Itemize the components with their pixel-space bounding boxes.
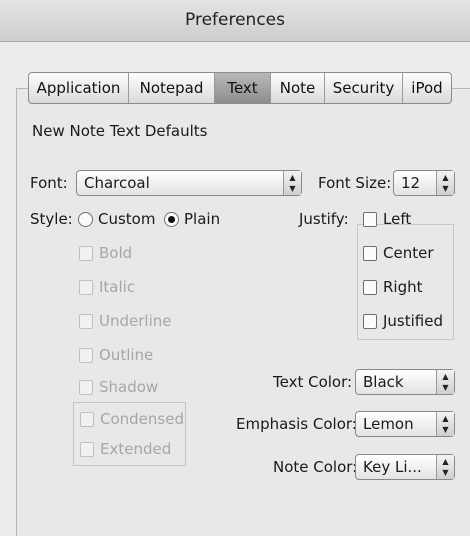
checkbox-italic-label: Italic xyxy=(99,278,136,296)
window-title: Preferences xyxy=(0,0,470,42)
emphasis-color-label: Emphasis Color: xyxy=(236,415,357,433)
font-popup[interactable]: Charcoal ▲ ▼ xyxy=(76,170,302,196)
checkbox-condensed[interactable]: Condensed xyxy=(80,410,184,428)
font-value: Charcoal xyxy=(84,174,150,192)
checkbox[interactable] xyxy=(79,379,93,395)
checkbox[interactable] xyxy=(79,313,93,329)
font-label: Font: xyxy=(30,174,68,192)
checkbox-shadow-label: Shadow xyxy=(99,378,159,396)
up-down-arrows-icon: ▲ ▼ xyxy=(436,171,454,195)
font-size-value: 12 xyxy=(401,174,421,192)
up-down-arrows-icon: ▲ ▼ xyxy=(436,455,454,479)
note-color-value: Key Li... xyxy=(363,458,422,476)
style-label: Style: xyxy=(30,210,73,228)
checkbox[interactable] xyxy=(80,411,94,427)
text-color-value: Black xyxy=(363,373,404,391)
emphasis-color-popup[interactable]: Lemon ▲ ▼ xyxy=(355,411,455,437)
text-color-popup[interactable]: Black ▲ ▼ xyxy=(355,369,455,395)
tab-bar: Application Notepad Text Note Security i… xyxy=(28,72,452,104)
checkbox[interactable] xyxy=(79,245,93,261)
radio-button[interactable] xyxy=(78,211,93,227)
tab-security[interactable]: Security xyxy=(325,73,403,103)
checkbox-condensed-label: Condensed xyxy=(100,410,184,428)
checkbox-right[interactable]: Right xyxy=(363,278,423,296)
font-size-popup[interactable]: 12 ▲ ▼ xyxy=(393,170,455,196)
tab-text[interactable]: Text xyxy=(215,73,271,103)
up-down-arrows-icon: ▲ ▼ xyxy=(436,370,454,394)
checkbox-justified[interactable]: Justified xyxy=(363,312,443,330)
justify-label: Justify: xyxy=(299,210,349,228)
checkbox-extended-label: Extended xyxy=(100,440,172,458)
tab-ipod[interactable]: iPod xyxy=(403,73,451,103)
text-color-label: Text Color: xyxy=(273,373,353,391)
radio-custom[interactable]: Custom xyxy=(78,210,155,228)
checkbox-center[interactable]: Center xyxy=(363,244,434,262)
checkbox-bold-label: Bold xyxy=(99,244,133,262)
section-title: New Note Text Defaults xyxy=(32,122,208,140)
checkbox-shadow[interactable]: Shadow xyxy=(79,378,158,396)
checkbox[interactable] xyxy=(79,279,93,295)
checkbox-left-label: Left xyxy=(383,210,412,228)
radio-plain[interactable]: Plain xyxy=(164,210,220,228)
up-down-arrows-icon: ▲ ▼ xyxy=(436,412,454,436)
radio-custom-label: Custom xyxy=(98,210,156,228)
checkbox-outline[interactable]: Outline xyxy=(79,346,153,364)
checkbox[interactable] xyxy=(363,279,377,295)
tab-note[interactable]: Note xyxy=(271,73,325,103)
checkbox[interactable] xyxy=(79,347,93,363)
checkbox-right-label: Right xyxy=(383,278,423,296)
tab-notepad[interactable]: Notepad xyxy=(129,73,215,103)
up-down-arrows-icon: ▲ ▼ xyxy=(283,171,301,195)
checkbox-underline-label: Underline xyxy=(99,312,172,330)
checkbox-bold[interactable]: Bold xyxy=(79,244,132,262)
radio-plain-label: Plain xyxy=(184,210,221,228)
checkbox-justified-label: Justified xyxy=(383,312,443,330)
checkbox-underline[interactable]: Underline xyxy=(79,312,171,330)
checkbox-italic[interactable]: Italic xyxy=(79,278,135,296)
checkbox-extended[interactable]: Extended xyxy=(80,440,171,458)
font-size-label: Font Size: xyxy=(318,174,392,192)
emphasis-color-value: Lemon xyxy=(363,415,414,433)
note-color-label: Note Color: xyxy=(273,458,358,476)
checkbox-left[interactable]: Left xyxy=(363,210,411,228)
note-color-popup[interactable]: Key Li... ▲ ▼ xyxy=(355,454,455,480)
radio-button[interactable] xyxy=(164,211,179,227)
checkbox-outline-label: Outline xyxy=(99,346,154,364)
checkbox[interactable] xyxy=(363,211,377,227)
checkbox-center-label: Center xyxy=(383,244,434,262)
checkbox[interactable] xyxy=(363,245,377,261)
tab-application[interactable]: Application xyxy=(29,73,129,103)
checkbox[interactable] xyxy=(363,313,377,329)
checkbox[interactable] xyxy=(80,441,94,457)
